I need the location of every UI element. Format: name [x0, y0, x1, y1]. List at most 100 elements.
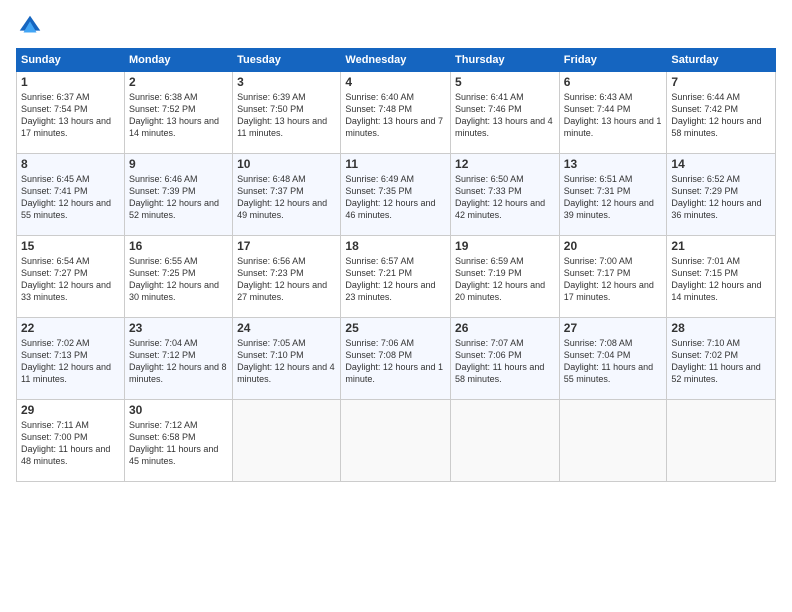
day-info: Sunrise: 6:40 AMSunset: 7:48 PMDaylight:… [345, 91, 446, 140]
day-number: 12 [455, 157, 555, 171]
weekday-header-friday: Friday [559, 49, 667, 72]
day-number: 23 [129, 321, 228, 335]
calendar-cell: 22 Sunrise: 7:02 AMSunset: 7:13 PMDaylig… [17, 318, 125, 400]
day-number: 20 [564, 239, 663, 253]
calendar-cell: 1 Sunrise: 6:37 AMSunset: 7:54 PMDayligh… [17, 72, 125, 154]
day-number: 10 [237, 157, 336, 171]
day-number: 29 [21, 403, 120, 417]
day-info: Sunrise: 6:45 AMSunset: 7:41 PMDaylight:… [21, 173, 120, 222]
calendar-cell: 16 Sunrise: 6:55 AMSunset: 7:25 PMDaylig… [124, 236, 232, 318]
day-info: Sunrise: 6:48 AMSunset: 7:37 PMDaylight:… [237, 173, 336, 222]
day-number: 7 [671, 75, 771, 89]
day-number: 9 [129, 157, 228, 171]
day-info: Sunrise: 7:08 AMSunset: 7:04 PMDaylight:… [564, 337, 663, 386]
calendar-cell: 28 Sunrise: 7:10 AMSunset: 7:02 PMDaylig… [667, 318, 776, 400]
day-number: 22 [21, 321, 120, 335]
calendar-cell: 18 Sunrise: 6:57 AMSunset: 7:21 PMDaylig… [341, 236, 451, 318]
day-number: 11 [345, 157, 446, 171]
calendar-cell: 26 Sunrise: 7:07 AMSunset: 7:06 PMDaylig… [451, 318, 560, 400]
day-info: Sunrise: 6:56 AMSunset: 7:23 PMDaylight:… [237, 255, 336, 304]
calendar-cell: 11 Sunrise: 6:49 AMSunset: 7:35 PMDaylig… [341, 154, 451, 236]
day-number: 25 [345, 321, 446, 335]
calendar-cell: 15 Sunrise: 6:54 AMSunset: 7:27 PMDaylig… [17, 236, 125, 318]
day-info: Sunrise: 7:04 AMSunset: 7:12 PMDaylight:… [129, 337, 228, 386]
day-number: 13 [564, 157, 663, 171]
calendar-cell: 8 Sunrise: 6:45 AMSunset: 7:41 PMDayligh… [17, 154, 125, 236]
day-info: Sunrise: 7:10 AMSunset: 7:02 PMDaylight:… [671, 337, 771, 386]
day-number: 4 [345, 75, 446, 89]
weekday-header-monday: Monday [124, 49, 232, 72]
calendar-cell: 29 Sunrise: 7:11 AMSunset: 7:00 PMDaylig… [17, 400, 125, 482]
day-number: 19 [455, 239, 555, 253]
header [16, 12, 776, 40]
day-info: Sunrise: 7:11 AMSunset: 7:00 PMDaylight:… [21, 419, 120, 468]
calendar-cell: 17 Sunrise: 6:56 AMSunset: 7:23 PMDaylig… [233, 236, 341, 318]
calendar-cell: 30 Sunrise: 7:12 AMSunset: 6:58 PMDaylig… [124, 400, 232, 482]
calendar-cell: 12 Sunrise: 6:50 AMSunset: 7:33 PMDaylig… [451, 154, 560, 236]
calendar-cell: 2 Sunrise: 6:38 AMSunset: 7:52 PMDayligh… [124, 72, 232, 154]
calendar-cell [451, 400, 560, 482]
calendar-cell: 4 Sunrise: 6:40 AMSunset: 7:48 PMDayligh… [341, 72, 451, 154]
day-info: Sunrise: 7:00 AMSunset: 7:17 PMDaylight:… [564, 255, 663, 304]
day-info: Sunrise: 6:43 AMSunset: 7:44 PMDaylight:… [564, 91, 663, 140]
calendar-cell: 7 Sunrise: 6:44 AMSunset: 7:42 PMDayligh… [667, 72, 776, 154]
page: SundayMondayTuesdayWednesdayThursdayFrid… [0, 0, 792, 612]
calendar-cell [233, 400, 341, 482]
calendar-cell: 25 Sunrise: 7:06 AMSunset: 7:08 PMDaylig… [341, 318, 451, 400]
day-info: Sunrise: 6:49 AMSunset: 7:35 PMDaylight:… [345, 173, 446, 222]
calendar-cell [341, 400, 451, 482]
calendar-cell: 9 Sunrise: 6:46 AMSunset: 7:39 PMDayligh… [124, 154, 232, 236]
logo [16, 12, 48, 40]
day-info: Sunrise: 6:37 AMSunset: 7:54 PMDaylight:… [21, 91, 120, 140]
calendar-cell: 19 Sunrise: 6:59 AMSunset: 7:19 PMDaylig… [451, 236, 560, 318]
day-info: Sunrise: 6:52 AMSunset: 7:29 PMDaylight:… [671, 173, 771, 222]
day-number: 15 [21, 239, 120, 253]
day-info: Sunrise: 6:39 AMSunset: 7:50 PMDaylight:… [237, 91, 336, 140]
calendar-cell: 14 Sunrise: 6:52 AMSunset: 7:29 PMDaylig… [667, 154, 776, 236]
calendar-cell: 24 Sunrise: 7:05 AMSunset: 7:10 PMDaylig… [233, 318, 341, 400]
calendar-cell: 6 Sunrise: 6:43 AMSunset: 7:44 PMDayligh… [559, 72, 667, 154]
calendar-cell: 13 Sunrise: 6:51 AMSunset: 7:31 PMDaylig… [559, 154, 667, 236]
calendar-cell: 10 Sunrise: 6:48 AMSunset: 7:37 PMDaylig… [233, 154, 341, 236]
day-info: Sunrise: 7:01 AMSunset: 7:15 PMDaylight:… [671, 255, 771, 304]
weekday-header-tuesday: Tuesday [233, 49, 341, 72]
day-number: 5 [455, 75, 555, 89]
day-info: Sunrise: 7:12 AMSunset: 6:58 PMDaylight:… [129, 419, 228, 468]
day-info: Sunrise: 7:02 AMSunset: 7:13 PMDaylight:… [21, 337, 120, 386]
day-number: 21 [671, 239, 771, 253]
calendar-cell: 27 Sunrise: 7:08 AMSunset: 7:04 PMDaylig… [559, 318, 667, 400]
calendar-cell [559, 400, 667, 482]
weekday-header-thursday: Thursday [451, 49, 560, 72]
day-number: 26 [455, 321, 555, 335]
day-number: 3 [237, 75, 336, 89]
day-info: Sunrise: 6:38 AMSunset: 7:52 PMDaylight:… [129, 91, 228, 140]
day-number: 1 [21, 75, 120, 89]
day-number: 17 [237, 239, 336, 253]
calendar-cell: 5 Sunrise: 6:41 AMSunset: 7:46 PMDayligh… [451, 72, 560, 154]
calendar-cell: 23 Sunrise: 7:04 AMSunset: 7:12 PMDaylig… [124, 318, 232, 400]
day-info: Sunrise: 6:50 AMSunset: 7:33 PMDaylight:… [455, 173, 555, 222]
day-info: Sunrise: 6:57 AMSunset: 7:21 PMDaylight:… [345, 255, 446, 304]
weekday-header-sunday: Sunday [17, 49, 125, 72]
calendar: SundayMondayTuesdayWednesdayThursdayFrid… [16, 48, 776, 482]
calendar-cell: 20 Sunrise: 7:00 AMSunset: 7:17 PMDaylig… [559, 236, 667, 318]
calendar-cell: 3 Sunrise: 6:39 AMSunset: 7:50 PMDayligh… [233, 72, 341, 154]
calendar-cell: 21 Sunrise: 7:01 AMSunset: 7:15 PMDaylig… [667, 236, 776, 318]
day-info: Sunrise: 6:46 AMSunset: 7:39 PMDaylight:… [129, 173, 228, 222]
day-number: 28 [671, 321, 771, 335]
day-number: 18 [345, 239, 446, 253]
day-info: Sunrise: 6:41 AMSunset: 7:46 PMDaylight:… [455, 91, 555, 140]
logo-icon [16, 12, 44, 40]
day-number: 24 [237, 321, 336, 335]
day-number: 14 [671, 157, 771, 171]
day-number: 30 [129, 403, 228, 417]
weekday-header-saturday: Saturday [667, 49, 776, 72]
day-info: Sunrise: 6:54 AMSunset: 7:27 PMDaylight:… [21, 255, 120, 304]
day-number: 16 [129, 239, 228, 253]
weekday-header-wednesday: Wednesday [341, 49, 451, 72]
day-number: 27 [564, 321, 663, 335]
calendar-cell [667, 400, 776, 482]
day-info: Sunrise: 7:07 AMSunset: 7:06 PMDaylight:… [455, 337, 555, 386]
day-number: 8 [21, 157, 120, 171]
day-number: 2 [129, 75, 228, 89]
